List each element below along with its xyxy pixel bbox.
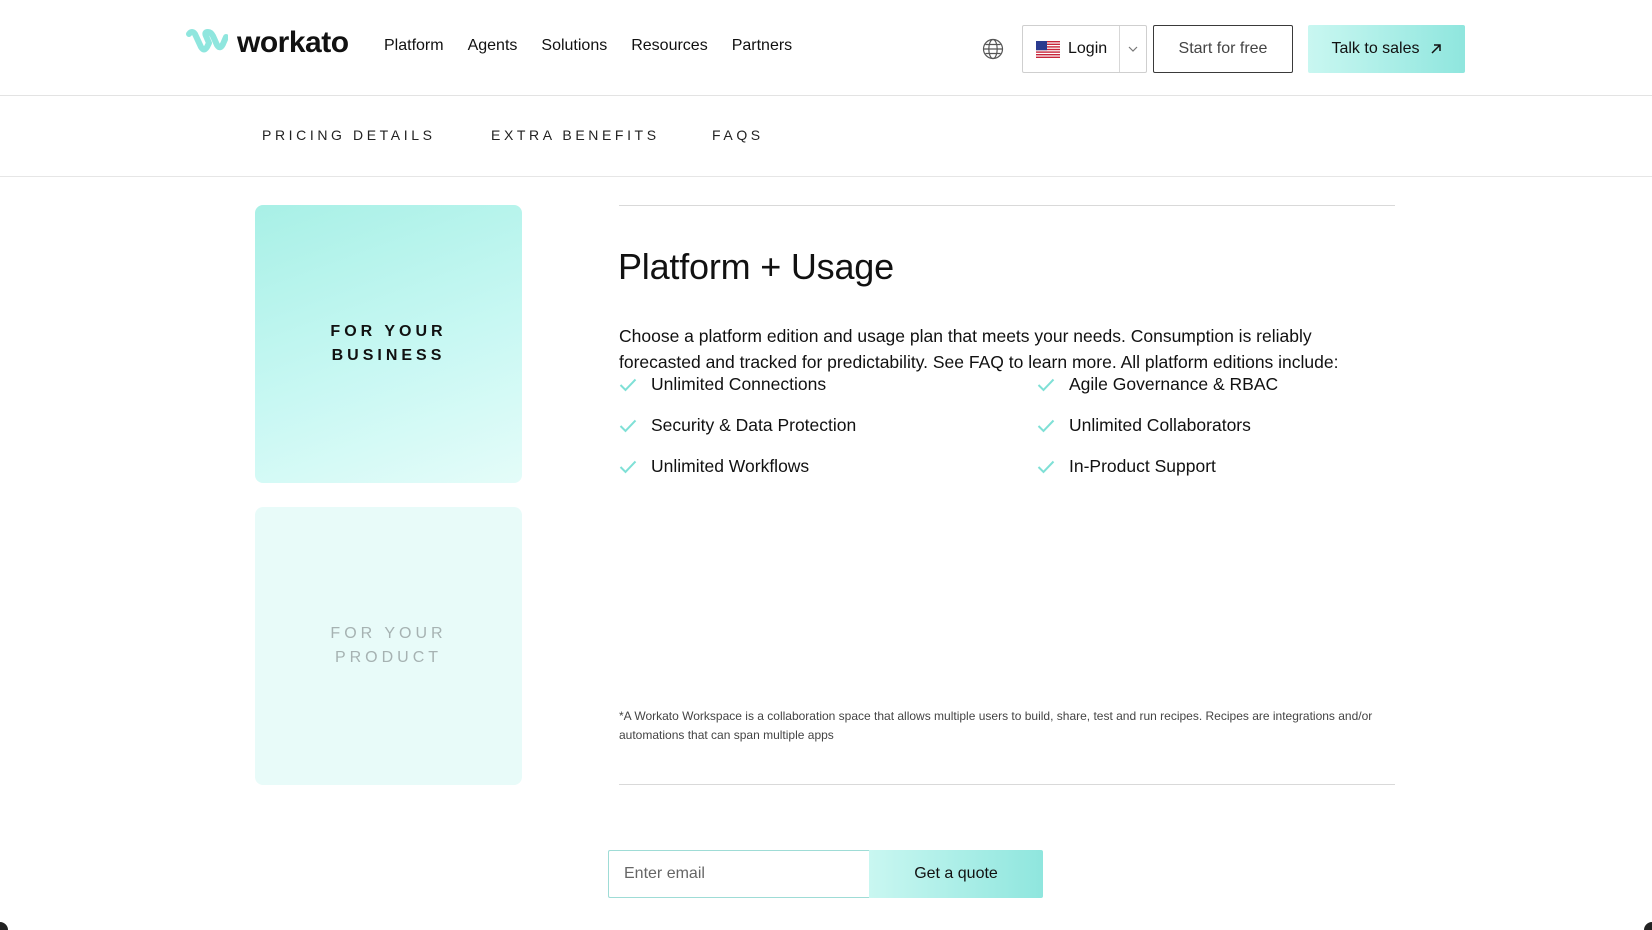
feature-item: Security & Data Protection: [619, 415, 856, 436]
feature-item: Agile Governance & RBAC: [1037, 374, 1278, 395]
window-corner-right: [1644, 922, 1652, 930]
check-icon: [1037, 460, 1055, 473]
login-dropdown: Login: [1022, 25, 1147, 73]
nav-partners[interactable]: Partners: [732, 37, 792, 55]
talk-to-sales-button[interactable]: Talk to sales: [1308, 25, 1465, 73]
check-icon: [619, 419, 637, 432]
top-divider: [619, 205, 1395, 206]
check-icon: [619, 378, 637, 391]
nav-solutions[interactable]: Solutions: [541, 37, 607, 55]
subnav-pricing-details[interactable]: PRICING DETAILS: [262, 127, 436, 143]
bottom-divider: [619, 784, 1395, 785]
plan-title: Platform + Usage: [618, 246, 894, 287]
workspace-footnote: *A Workato Workspace is a collaboration …: [619, 709, 1373, 742]
site-header: workato Platform Agents Solutions Resour…: [0, 0, 1652, 96]
workato-logo[interactable]: workato: [186, 26, 349, 60]
login-button[interactable]: Login: [1023, 26, 1121, 72]
login-label: Login: [1068, 40, 1108, 57]
feature-item: In-Product Support: [1037, 456, 1216, 477]
logo-wordmark: workato: [237, 26, 349, 59]
feature-item: Unlimited Workflows: [619, 456, 809, 477]
feature-label: Security & Data Protection: [651, 415, 857, 435]
check-icon: [619, 460, 637, 473]
feature-item: Unlimited Collaborators: [1037, 415, 1251, 436]
us-flag-icon: [1036, 40, 1060, 58]
quote-form: Get a quote: [608, 850, 1043, 898]
for-your-business-label: FOR YOUR BUSINESS: [330, 323, 447, 364]
check-icon: [1037, 378, 1055, 391]
nav-resources[interactable]: Resources: [631, 37, 707, 55]
start-for-free-button[interactable]: Start for free: [1153, 25, 1293, 73]
nav-agents[interactable]: Agents: [468, 37, 518, 55]
feature-item: Unlimited Connections: [619, 374, 826, 395]
check-icon: [1037, 419, 1055, 432]
login-caret-button[interactable]: [1120, 26, 1146, 72]
feature-label: Unlimited Collaborators: [1069, 415, 1251, 435]
subnav-extra-benefits[interactable]: EXTRA BENEFITS: [491, 127, 660, 143]
for-your-product-card[interactable]: FOR YOUR PRODUCT: [255, 507, 522, 785]
subnav-faqs[interactable]: FAQS: [712, 127, 764, 143]
talk-to-sales-label: Talk to sales: [1331, 40, 1420, 57]
logo-mark-icon: [186, 29, 228, 53]
feature-label: Agile Governance & RBAC: [1069, 374, 1279, 394]
get-a-quote-button[interactable]: Get a quote: [869, 850, 1043, 898]
arrow-up-right-icon: [1430, 44, 1441, 54]
main-nav: Platform Agents Solutions Resources Part…: [384, 37, 792, 55]
feature-label: Unlimited Workflows: [651, 456, 810, 476]
chevron-down-icon: [1128, 46, 1138, 52]
feature-label: In-Product Support: [1069, 456, 1216, 476]
email-input[interactable]: [608, 850, 869, 898]
pricing-subnav: PRICING DETAILS EXTRA BENEFITS FAQS: [0, 96, 1652, 177]
nav-platform[interactable]: Platform: [384, 37, 444, 55]
feature-label: Unlimited Connections: [651, 374, 827, 394]
globe-icon[interactable]: [982, 38, 1004, 60]
for-your-business-card[interactable]: FOR YOUR BUSINESS: [255, 205, 522, 483]
plan-description: Choose a platform edition and usage plan…: [619, 326, 1339, 372]
for-your-product-label: FOR YOUR PRODUCT: [330, 625, 447, 666]
window-corner-left: [0, 922, 8, 930]
